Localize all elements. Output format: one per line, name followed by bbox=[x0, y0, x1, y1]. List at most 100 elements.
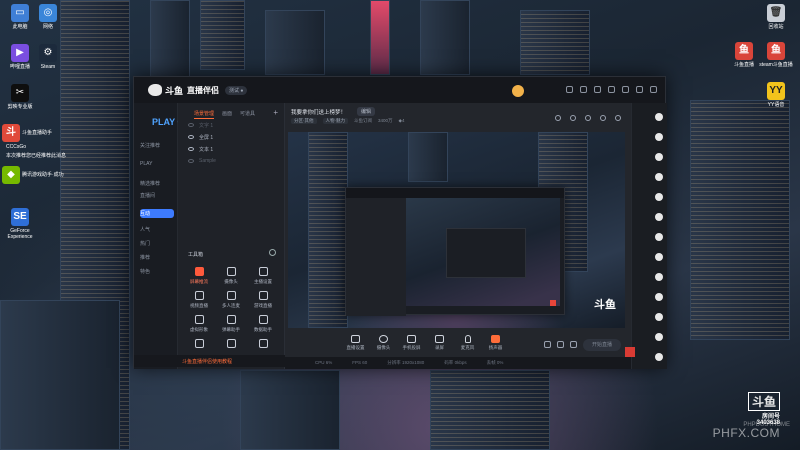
settings-icon[interactable] bbox=[615, 115, 621, 121]
tool-game-live[interactable]: 游戏直播 bbox=[248, 291, 278, 309]
minimize-icon[interactable] bbox=[622, 86, 629, 93]
recycle-bin-icon: 🗑 bbox=[767, 4, 785, 22]
tool-danmaku[interactable]: 弹幕助手 bbox=[216, 315, 246, 333]
user-icon[interactable] bbox=[655, 293, 663, 301]
chat-icon[interactable] bbox=[570, 115, 576, 121]
user-icon[interactable] bbox=[655, 133, 663, 141]
scene-panel: 场景管理 画面 可道具 + 文字 1 全屏 1 文本 1 Sample 工具箱 … bbox=[178, 103, 285, 369]
app-logo: 斗鱼 直播伴侣 bbox=[148, 84, 219, 97]
source-row[interactable]: 文本 1 bbox=[178, 143, 284, 155]
desktop-icon-steam[interactable]: ⚙ Steam bbox=[28, 44, 68, 70]
room-tags: 分区·其他 人物·魅力 斗鱼订阅 3400万 ◆4 bbox=[291, 118, 404, 124]
preview-tool-icons bbox=[555, 115, 621, 121]
close-icon[interactable] bbox=[650, 86, 657, 93]
scene-tabs: 场景管理 画面 可道具 + bbox=[178, 103, 284, 119]
live-preview-canvas[interactable] bbox=[288, 132, 625, 328]
user-icon[interactable] bbox=[655, 233, 663, 241]
user-icon[interactable] bbox=[655, 313, 663, 321]
user-icon[interactable] bbox=[655, 173, 663, 181]
source-row[interactable]: 全屏 1 bbox=[178, 131, 284, 143]
site-watermark: PHFX.COM bbox=[712, 426, 780, 440]
steam-douyu-icon: 鱼 bbox=[767, 42, 785, 60]
nav-item-featured[interactable]: 精选推荐 bbox=[140, 179, 174, 188]
tool-more[interactable] bbox=[216, 339, 246, 351]
gear-icon[interactable] bbox=[570, 341, 577, 348]
tool-data[interactable]: 数据助手 bbox=[248, 315, 278, 333]
eye-icon[interactable] bbox=[188, 135, 194, 139]
douyu-assistant-icon: 斗 bbox=[2, 124, 20, 142]
message-icon[interactable] bbox=[566, 86, 573, 93]
speaker-icon bbox=[491, 335, 500, 343]
nested-window-capture bbox=[345, 187, 565, 316]
user-icon[interactable] bbox=[655, 353, 663, 361]
user-icon[interactable] bbox=[655, 273, 663, 281]
eye-icon[interactable] bbox=[188, 147, 194, 151]
nav-item-follow[interactable]: 关注推荐 bbox=[140, 141, 174, 150]
toolbox-settings-icon[interactable] bbox=[269, 249, 276, 256]
user-avatar[interactable] bbox=[512, 85, 524, 97]
settings-icon[interactable] bbox=[580, 86, 587, 93]
menu-icon[interactable] bbox=[608, 86, 615, 93]
nav-item-recommend[interactable]: 推荐 bbox=[140, 253, 174, 262]
eye-icon[interactable] bbox=[557, 341, 564, 348]
tutorial-link[interactable]: 斗鱼直播伴侣使用教程 bbox=[134, 355, 285, 367]
fans-icon[interactable] bbox=[585, 115, 591, 121]
user-icon[interactable] bbox=[655, 333, 663, 341]
tab-props[interactable]: 可道具 bbox=[240, 110, 255, 119]
left-nav: 关注推荐 PLAY 精选推荐 直播间 互动 人气 热门 推荐 特色 bbox=[134, 103, 178, 369]
tool-screen-stream[interactable]: 屏幕推流 bbox=[184, 267, 214, 285]
nav-item-special[interactable]: 特色 bbox=[140, 267, 174, 276]
tool-camera[interactable]: 摄像头 bbox=[216, 267, 246, 285]
nav-item-play[interactable]: PLAY bbox=[140, 159, 174, 168]
start-live-button[interactable]: 开始直播 bbox=[583, 339, 621, 351]
tool-multi-mic[interactable]: 多人连麦 bbox=[216, 291, 246, 309]
tab-scene[interactable]: 场景管理 bbox=[194, 110, 215, 119]
desktop-icon-yy[interactable]: YY YY语音 bbox=[756, 82, 796, 108]
help-icon bbox=[258, 339, 268, 348]
window-controls bbox=[566, 86, 657, 93]
multi-mic-icon bbox=[226, 291, 236, 300]
user-icon[interactable] bbox=[655, 153, 663, 161]
maximize-icon[interactable] bbox=[636, 86, 643, 93]
title-bar[interactable]: 斗鱼 直播伴侣 测试 ● bbox=[134, 77, 665, 103]
desktop-icon-se[interactable]: SE GeForce Experience bbox=[0, 208, 40, 240]
skin-icon[interactable] bbox=[594, 86, 601, 93]
screen-icon bbox=[351, 335, 360, 343]
tool-avatar[interactable]: 虚拟形象 bbox=[184, 315, 214, 333]
tool-help[interactable] bbox=[248, 339, 278, 351]
video-icon[interactable] bbox=[544, 341, 551, 348]
nav-item-popular[interactable]: 人气 bbox=[140, 225, 174, 234]
capcut-icon: ✂ bbox=[11, 84, 29, 102]
user-icon[interactable] bbox=[655, 253, 663, 261]
camera-icon bbox=[379, 335, 388, 343]
nav-item-room[interactable]: 直播间 bbox=[140, 191, 174, 200]
bell-icon[interactable] bbox=[600, 115, 606, 121]
stop-icon[interactable] bbox=[625, 347, 635, 357]
source-row[interactable]: Sample bbox=[178, 155, 284, 167]
tool-start[interactable] bbox=[184, 339, 214, 351]
tool-anchor-settings[interactable]: 主播设置 bbox=[248, 267, 278, 285]
gift-icon[interactable] bbox=[555, 115, 561, 121]
record-icon bbox=[435, 335, 444, 343]
eye-icon[interactable] bbox=[188, 159, 194, 163]
tab-picture[interactable]: 画面 bbox=[222, 110, 232, 119]
edit-title-button[interactable]: 编辑 bbox=[357, 107, 376, 116]
room-number-label: 房间号 bbox=[761, 414, 780, 420]
desktop-icon-recycle-bin[interactable]: 🗑 回收站 bbox=[756, 4, 796, 30]
nav-item-hot[interactable]: 热门 bbox=[140, 239, 174, 248]
desktop-icon-douyu-assistant[interactable]: 斗 斗鱼直播助手 bbox=[0, 124, 70, 144]
add-scene-icon[interactable]: + bbox=[273, 108, 278, 117]
user-icon[interactable] bbox=[655, 213, 663, 221]
douyu-live-icon: 鱼 bbox=[735, 42, 753, 60]
user-icon[interactable] bbox=[655, 193, 663, 201]
desktop-icon-capcut[interactable]: ✂ 剪映专业版 bbox=[0, 84, 40, 110]
network-icon: ◎ bbox=[39, 4, 57, 22]
nav-item-interact[interactable]: 互动 bbox=[140, 209, 174, 218]
tool-video-live[interactable]: 视频直播 bbox=[184, 291, 214, 309]
desktop-icon-geforce[interactable]: ◆ 腾讯游戏助手·成功 bbox=[0, 166, 70, 186]
desktop-icon-steam-douyu[interactable]: 鱼 steam斗鱼直播 bbox=[756, 42, 796, 68]
eye-icon[interactable] bbox=[188, 123, 194, 127]
user-icon[interactable] bbox=[655, 113, 663, 121]
desktop-icon-network[interactable]: ◎ 网络 bbox=[28, 4, 68, 30]
source-row[interactable]: 文字 1 bbox=[178, 119, 284, 131]
